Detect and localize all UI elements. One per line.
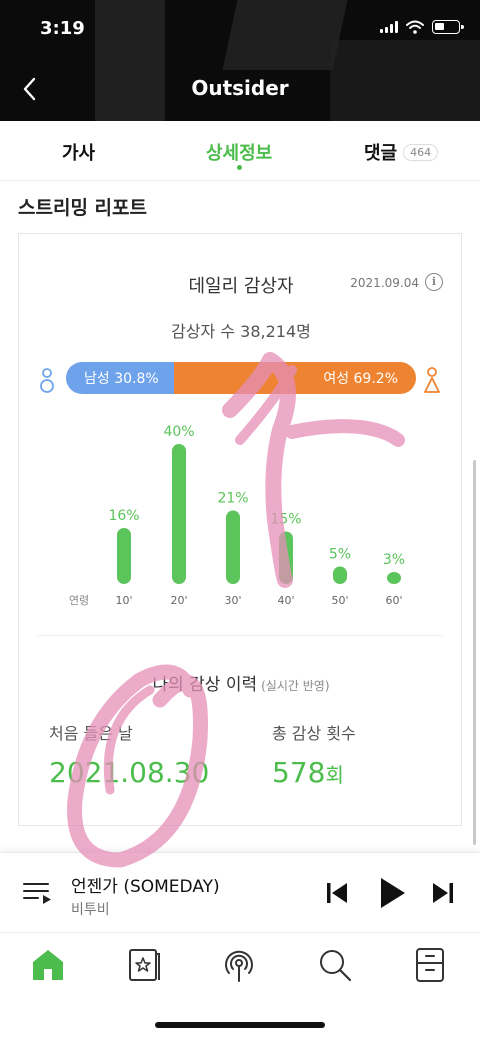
status-icons [380,20,464,34]
library-star-icon[interactable] [124,945,164,985]
age-category-label-1: 20' [170,594,187,607]
first-listen-label: 처음 들은 날 [49,724,133,743]
track-artist[interactable]: 비투비 [71,899,110,919]
tab-details[interactable]: 상세정보 [206,139,272,165]
home-indicator [155,1022,325,1028]
tab-comments-label: 댓글 [364,143,398,164]
battery-icon [432,20,464,34]
age-value-label-0: 16% [108,508,139,524]
age-bar-0 [117,528,131,584]
age-category-label-5: 60' [385,594,402,607]
age-value-label-1: 40% [163,424,194,440]
total-plays-value: 578 [272,756,326,789]
age-category-label-0: 10' [115,594,132,607]
drawer-icon[interactable] [410,945,450,985]
podcast-icon[interactable] [219,945,259,985]
age-value-label-4: 5% [329,547,351,563]
female-segment: 여성 69.2% [173,362,416,394]
history-subtitle: (실시간 반영) [261,679,330,693]
tab-comments[interactable]: 댓글 464 [364,139,439,165]
cellular-signal-icon [380,21,398,33]
total-plays-unit: 회 [325,763,344,787]
top-bar: 3:19 Outsider [0,0,480,121]
age-distribution-chart: 연령 16% 10' 40% 20' 21% 30' 15% 40' 5% 50' 3% 60' [69,424,405,607]
male-segment: 남성 30.8% [66,362,174,394]
play-icon[interactable] [377,876,407,910]
tab-lyrics[interactable]: 가사 [62,139,95,165]
age-category-label-4: 50' [331,594,348,607]
home-icon[interactable] [28,945,68,985]
page-title: Outsider [191,76,289,100]
listener-count: 감상자 수 38,214명 [171,322,311,341]
history-title-text: 나의 감상 이력 [152,675,258,695]
age-axis-label: 연령 [69,594,89,607]
card-divider [37,635,443,636]
male-person-icon [40,368,54,393]
skip-next-icon[interactable] [430,880,456,906]
mini-player[interactable]: 언젠가 (SOMEDAY) 비투비 [0,852,480,932]
report-date: 2021.09.04 [350,276,419,290]
streaming-report-card: 데일리 감상자 2021.09.04 i 감상자 수 38,214명 남성 30… [18,233,462,826]
total-plays: 578회 [272,756,344,789]
wifi-icon [406,20,424,34]
age-value-label-2: 21% [217,491,248,507]
comments-count-badge: 464 [403,143,439,161]
gender-ratio-bar: 남성 30.8% 여성 69.2% [66,362,416,394]
section-title: 스트리밍 리포트 [18,197,147,219]
age-category-label-3: 40' [277,594,294,607]
active-tab-indicator [237,165,242,170]
age-bar-5 [387,572,401,584]
first-listen-value: 2021.08.30 [49,756,210,789]
status-time: 3:19 [40,18,85,39]
age-category-label-2: 30' [224,594,241,607]
age-bar-4 [333,566,347,584]
history-title: 나의 감상 이력 (실시간 반영) [19,670,463,695]
info-icon[interactable]: i [425,273,443,291]
age-bar-3 [279,531,293,584]
age-bar-1 [172,444,186,584]
track-title[interactable]: 언젠가 (SOMEDAY) [71,872,220,897]
tab-bar: 가사 상세정보 댓글 464 [0,121,480,181]
age-value-label-3: 15% [270,512,301,528]
female-person-icon [424,367,440,393]
age-bar-2 [226,510,240,584]
skip-previous-icon[interactable] [324,880,350,906]
playlist-icon[interactable] [22,879,54,907]
total-plays-label: 총 감상 횟수 [272,724,356,743]
scrollbar[interactable] [473,460,476,845]
search-icon[interactable] [315,945,355,985]
age-value-label-5: 3% [383,552,405,568]
